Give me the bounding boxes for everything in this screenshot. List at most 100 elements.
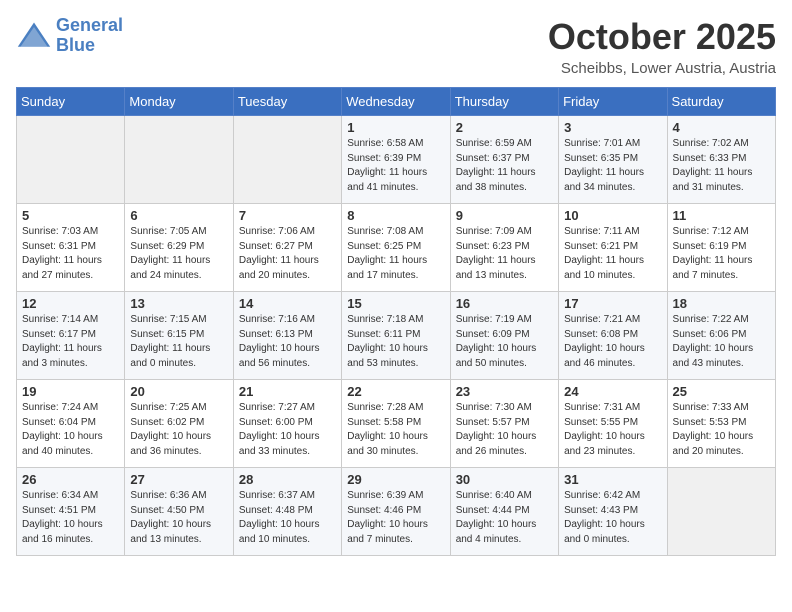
- day-info: Sunrise: 6:34 AM Sunset: 4:51 PM Dayligh…: [22, 489, 119, 547]
- calendar-cell: 18 Sunrise: 7:22 AM Sunset: 6:06 PM Dayli…: [667, 292, 775, 380]
- day-info: Sunrise: 6:39 AM Sunset: 4:46 PM Dayligh…: [347, 489, 444, 547]
- day-number: 2: [456, 120, 553, 135]
- day-info: Sunrise: 6:59 AM Sunset: 6:37 PM Dayligh…: [456, 137, 553, 195]
- day-info: Sunrise: 7:06 AM Sunset: 6:27 PM Dayligh…: [239, 225, 336, 283]
- day-info: Sunrise: 6:36 AM Sunset: 4:50 PM Dayligh…: [130, 489, 227, 547]
- day-number: 1: [347, 120, 444, 135]
- weekday-header-thursday: Thursday: [450, 88, 558, 116]
- day-number: 6: [130, 208, 227, 223]
- calendar-cell: 25 Sunrise: 7:33 AM Sunset: 5:53 PM Dayli…: [667, 380, 775, 468]
- day-info: Sunrise: 7:25 AM Sunset: 6:02 PM Dayligh…: [130, 401, 227, 459]
- day-info: Sunrise: 6:37 AM Sunset: 4:48 PM Dayligh…: [239, 489, 336, 547]
- calendar-cell: [17, 116, 125, 204]
- weekday-header-tuesday: Tuesday: [233, 88, 341, 116]
- day-number: 19: [22, 384, 119, 399]
- day-info: Sunrise: 7:15 AM Sunset: 6:15 PM Dayligh…: [130, 313, 227, 371]
- weekday-header-sunday: Sunday: [17, 88, 125, 116]
- weekday-header-friday: Friday: [559, 88, 667, 116]
- day-number: 9: [456, 208, 553, 223]
- calendar-cell: 9 Sunrise: 7:09 AM Sunset: 6:23 PM Daylig…: [450, 204, 558, 292]
- month-title: October 2025: [548, 16, 776, 58]
- week-row-1: 1 Sunrise: 6:58 AM Sunset: 6:39 PM Daylig…: [17, 116, 776, 204]
- calendar-cell: 11 Sunrise: 7:12 AM Sunset: 6:19 PM Dayli…: [667, 204, 775, 292]
- day-info: Sunrise: 7:19 AM Sunset: 6:09 PM Dayligh…: [456, 313, 553, 371]
- day-number: 22: [347, 384, 444, 399]
- calendar-cell: 26 Sunrise: 6:34 AM Sunset: 4:51 PM Dayli…: [17, 468, 125, 556]
- day-info: Sunrise: 7:02 AM Sunset: 6:33 PM Dayligh…: [673, 137, 770, 195]
- day-info: Sunrise: 7:03 AM Sunset: 6:31 PM Dayligh…: [22, 225, 119, 283]
- day-info: Sunrise: 6:58 AM Sunset: 6:39 PM Dayligh…: [347, 137, 444, 195]
- page-header: General Blue October 2025 Scheibbs, Lowe…: [16, 16, 776, 77]
- calendar-cell: 5 Sunrise: 7:03 AM Sunset: 6:31 PM Daylig…: [17, 204, 125, 292]
- day-number: 25: [673, 384, 770, 399]
- calendar-cell: 21 Sunrise: 7:27 AM Sunset: 6:00 PM Dayli…: [233, 380, 341, 468]
- calendar-cell: 2 Sunrise: 6:59 AM Sunset: 6:37 PM Daylig…: [450, 116, 558, 204]
- day-info: Sunrise: 7:30 AM Sunset: 5:57 PM Dayligh…: [456, 401, 553, 459]
- calendar-cell: 17Sunrise: 7:21 AM Sunset: 6:08 PM Dayli…: [559, 292, 667, 380]
- calendar-cell: 31 Sunrise: 6:42 AM Sunset: 4:43 PM Dayli…: [559, 468, 667, 556]
- calendar-table: SundayMondayTuesdayWednesdayThursdayFrid…: [16, 87, 776, 556]
- day-number: 12: [22, 296, 119, 311]
- day-number: 7: [239, 208, 336, 223]
- calendar-cell: [125, 116, 233, 204]
- day-number: 10: [564, 208, 661, 223]
- day-number: 21: [239, 384, 336, 399]
- calendar-cell: 1 Sunrise: 6:58 AM Sunset: 6:39 PM Daylig…: [342, 116, 450, 204]
- calendar-cell: 22 Sunrise: 7:28 AM Sunset: 5:58 PM Dayli…: [342, 380, 450, 468]
- day-info: Sunrise: 7:16 AM Sunset: 6:13 PM Dayligh…: [239, 313, 336, 371]
- day-number: 24: [564, 384, 661, 399]
- day-number: 28: [239, 472, 336, 487]
- day-number: 11: [673, 208, 770, 223]
- day-info: Sunrise: 6:40 AM Sunset: 4:44 PM Dayligh…: [456, 489, 553, 547]
- day-number: 15: [347, 296, 444, 311]
- calendar-cell: 19Sunrise: 7:24 AM Sunset: 6:04 PM Dayli…: [17, 380, 125, 468]
- calendar-cell: 8 Sunrise: 7:08 AM Sunset: 6:25 PM Daylig…: [342, 204, 450, 292]
- day-info: Sunrise: 7:12 AM Sunset: 6:19 PM Dayligh…: [673, 225, 770, 283]
- calendar-cell: [667, 468, 775, 556]
- day-number: 31: [564, 472, 661, 487]
- week-row-3: 12 Sunrise: 7:14 AM Sunset: 6:17 PM Dayli…: [17, 292, 776, 380]
- day-number: 29: [347, 472, 444, 487]
- calendar-cell: 13 Sunrise: 7:15 AM Sunset: 6:15 PM Dayli…: [125, 292, 233, 380]
- week-row-2: 5 Sunrise: 7:03 AM Sunset: 6:31 PM Daylig…: [17, 204, 776, 292]
- day-info: Sunrise: 7:28 AM Sunset: 5:58 PM Dayligh…: [347, 401, 444, 459]
- logo-icon: [16, 18, 52, 54]
- day-info: Sunrise: 7:33 AM Sunset: 5:53 PM Dayligh…: [673, 401, 770, 459]
- week-row-4: 19Sunrise: 7:24 AM Sunset: 6:04 PM Dayli…: [17, 380, 776, 468]
- calendar-cell: 24 Sunrise: 7:31 AM Sunset: 5:55 PM Dayli…: [559, 380, 667, 468]
- weekday-header-wednesday: Wednesday: [342, 88, 450, 116]
- calendar-cell: 6Sunrise: 7:05 AM Sunset: 6:29 PM Daylig…: [125, 204, 233, 292]
- day-info: Sunrise: 7:18 AM Sunset: 6:11 PM Dayligh…: [347, 313, 444, 371]
- title-block: October 2025 Scheibbs, Lower Austria, Au…: [548, 16, 776, 77]
- calendar-cell: 16Sunrise: 7:19 AM Sunset: 6:09 PM Dayli…: [450, 292, 558, 380]
- day-number: 23: [456, 384, 553, 399]
- calendar-cell: 4Sunrise: 7:02 AM Sunset: 6:33 PM Daylig…: [667, 116, 775, 204]
- day-info: Sunrise: 7:22 AM Sunset: 6:06 PM Dayligh…: [673, 313, 770, 371]
- day-number: 26: [22, 472, 119, 487]
- day-info: Sunrise: 6:42 AM Sunset: 4:43 PM Dayligh…: [564, 489, 661, 547]
- day-info: Sunrise: 7:31 AM Sunset: 5:55 PM Dayligh…: [564, 401, 661, 459]
- weekday-header-monday: Monday: [125, 88, 233, 116]
- day-number: 8: [347, 208, 444, 223]
- calendar-cell: 10Sunrise: 7:11 AM Sunset: 6:21 PM Dayli…: [559, 204, 667, 292]
- calendar-cell: 7 Sunrise: 7:06 AM Sunset: 6:27 PM Daylig…: [233, 204, 341, 292]
- day-info: Sunrise: 7:09 AM Sunset: 6:23 PM Dayligh…: [456, 225, 553, 283]
- calendar-cell: 30 Sunrise: 6:40 AM Sunset: 4:44 PM Dayli…: [450, 468, 558, 556]
- calendar-cell: 3Sunrise: 7:01 AM Sunset: 6:35 PM Daylig…: [559, 116, 667, 204]
- day-number: 20: [130, 384, 227, 399]
- calendar-cell: 12 Sunrise: 7:14 AM Sunset: 6:17 PM Dayli…: [17, 292, 125, 380]
- logo: General Blue: [16, 16, 123, 56]
- day-info: Sunrise: 7:08 AM Sunset: 6:25 PM Dayligh…: [347, 225, 444, 283]
- day-number: 30: [456, 472, 553, 487]
- day-number: 14: [239, 296, 336, 311]
- calendar-cell: 28 Sunrise: 6:37 AM Sunset: 4:48 PM Dayli…: [233, 468, 341, 556]
- day-info: Sunrise: 7:27 AM Sunset: 6:00 PM Dayligh…: [239, 401, 336, 459]
- day-number: 18: [673, 296, 770, 311]
- calendar-cell: 29 Sunrise: 6:39 AM Sunset: 4:46 PM Dayli…: [342, 468, 450, 556]
- day-number: 13: [130, 296, 227, 311]
- day-info: Sunrise: 7:14 AM Sunset: 6:17 PM Dayligh…: [22, 313, 119, 371]
- week-row-5: 26 Sunrise: 6:34 AM Sunset: 4:51 PM Dayli…: [17, 468, 776, 556]
- calendar-cell: 20 Sunrise: 7:25 AM Sunset: 6:02 PM Dayli…: [125, 380, 233, 468]
- day-number: 17: [564, 296, 661, 311]
- day-number: 5: [22, 208, 119, 223]
